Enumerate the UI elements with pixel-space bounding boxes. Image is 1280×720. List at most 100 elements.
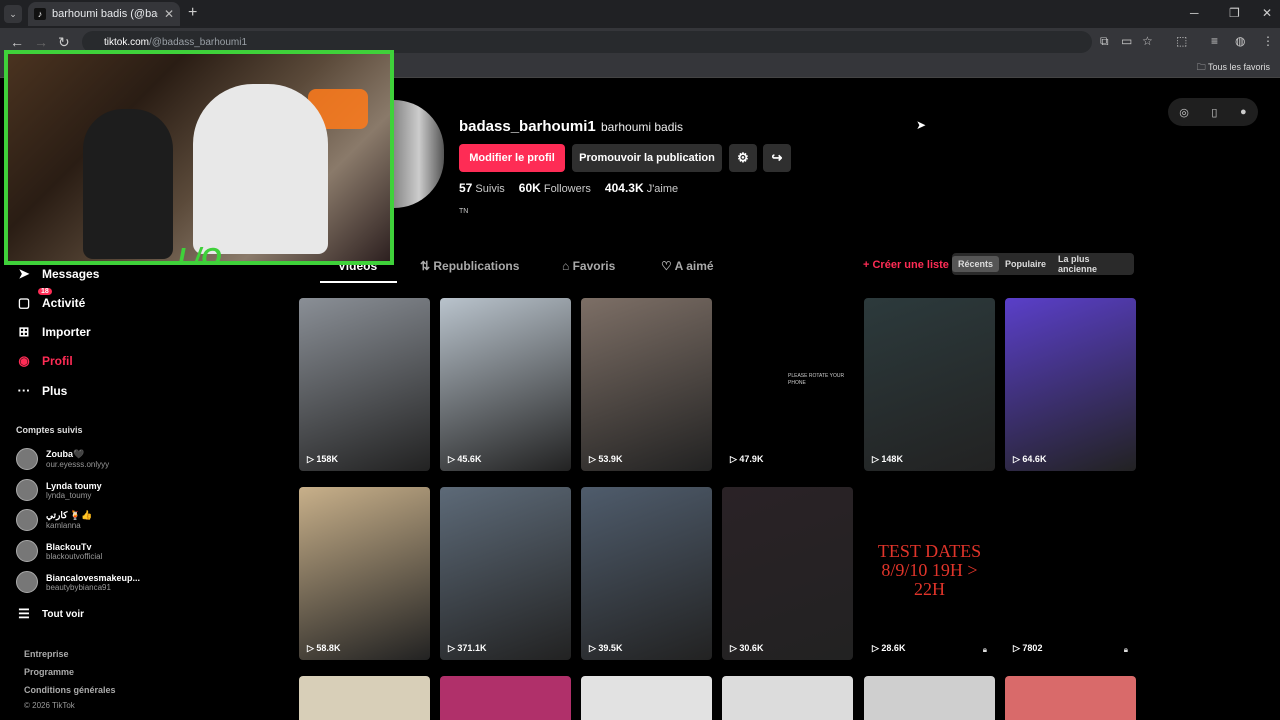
play-icon: ▷ — [589, 454, 599, 464]
person-right — [193, 84, 328, 254]
footer-link-business[interactable]: Entreprise — [24, 649, 69, 659]
bookmark-star-icon[interactable]: ☆ — [1142, 34, 1153, 48]
sort-popular[interactable]: Populaire — [999, 256, 1052, 272]
overlay-logo: L/O — [178, 242, 222, 265]
sort-oldest[interactable]: La plus ancienne — [1052, 251, 1134, 277]
forward-icon[interactable]: → — [34, 34, 48, 50]
all-bookmarks-button[interactable]: 🗀 Tous les favoris — [1197, 60, 1270, 76]
view-count-value: 148K — [881, 454, 903, 464]
account-handle: lynda_toumy — [46, 490, 92, 500]
extensions-icon[interactable]: ⬚ — [1176, 34, 1187, 48]
promote-post-button[interactable]: Promouvoir la publication — [572, 144, 722, 172]
video-thumbnail[interactable]: ▷ 39.5K — [581, 487, 712, 660]
reading-list-icon[interactable]: ≡ — [1211, 34, 1218, 48]
video-thumbnail[interactable]: ▷ 53.9K — [581, 298, 712, 471]
following-account[interactable]: Zouba🖤 our.eyesss.onlyyy — [16, 448, 109, 470]
window-close-icon[interactable]: ✕ — [1262, 6, 1272, 20]
following-account[interactable]: BlackouTv blackoutvofficial — [16, 540, 102, 562]
video-thumbnail[interactable]: PLEASE ROTATE YOUR PHONE ▷ 47.9K — [722, 298, 853, 471]
sidebar-item-messages[interactable]: ➤ Messages — [16, 266, 100, 282]
video-thumbnail[interactable]: ▷ 7802 🔒︎ — [1005, 487, 1136, 660]
user-avatar[interactable]: ● — [1240, 106, 1247, 118]
cast-icon[interactable]: ▭ — [1121, 34, 1132, 48]
sort-toggle: Récents Populaire La plus ancienne — [952, 253, 1134, 275]
following-stat[interactable]: 57 Suivis — [459, 181, 505, 195]
profile-avatar-icon: ◉ — [18, 353, 30, 368]
following-account[interactable]: Lynda toumy lynda_toumy — [16, 479, 102, 501]
profile-display-name: barhoumi badis — [601, 120, 684, 134]
sidebar-item-label: Profil — [42, 354, 73, 368]
menu-icon[interactable]: ⋮ — [1262, 34, 1274, 48]
view-count: ▷ 30.6K — [730, 643, 763, 654]
back-icon[interactable]: ← — [10, 34, 24, 50]
video-thumbnail[interactable]: ▷ 371.1K — [440, 487, 571, 660]
restore-icon[interactable]: ❐ — [1229, 6, 1240, 20]
view-count-value: 58.8K — [316, 643, 341, 653]
tab-reposts[interactable]: ⇅ Republications — [420, 259, 519, 273]
video-thumbnail[interactable]: ▷ 45.6K — [440, 298, 571, 471]
mobile-icon[interactable]: ▯ — [1211, 106, 1217, 119]
browser-tab[interactable]: ♪ barhoumi badis (@badass_barh ✕ — [28, 2, 180, 26]
followers-count: 60K — [518, 181, 541, 195]
followers-label: Followers — [543, 183, 591, 195]
followers-stat[interactable]: 60K Followers — [519, 181, 591, 195]
video-thumbnail[interactable]: ▷ 64.6K — [1005, 298, 1136, 471]
share-icon[interactable]: ↪ — [763, 144, 791, 172]
view-count: ▷ 45.6K — [448, 454, 481, 465]
view-count: ▷ 58.8K — [307, 643, 340, 654]
video-thumbnail[interactable] — [1005, 676, 1136, 720]
new-tab-icon[interactable]: + — [188, 4, 197, 22]
video-thumbnail[interactable] — [722, 676, 853, 720]
following-account[interactable]: كارتي 🍹👍 kamlanna — [16, 509, 92, 531]
inbox-icon: ▢ — [17, 295, 31, 310]
translate-icon[interactable]: ⧉ — [1100, 34, 1109, 49]
tab-reposts-label: Republications — [433, 259, 520, 273]
sidebar-item-activity[interactable]: ▢ 18 Activité — [16, 288, 86, 311]
tab-favorites[interactable]: ⌂ Favoris — [562, 259, 615, 273]
following-count: 57 — [459, 181, 473, 195]
see-all-button[interactable]: ☰ Tout voir — [16, 606, 84, 622]
url-host: tiktok.com — [104, 36, 150, 48]
play-icon: ▷ — [1013, 643, 1023, 653]
video-overlay-text: PLEASE ROTATE YOUR PHONE — [788, 373, 845, 386]
footer-link-programs[interactable]: Programme — [24, 667, 74, 677]
view-count-value: 158K — [316, 454, 338, 464]
video-thumbnail[interactable] — [581, 676, 712, 720]
footer-link-terms[interactable]: Conditions générales — [24, 685, 116, 695]
video-thumbnail[interactable]: ▷ 158K — [299, 298, 430, 471]
view-count: ▷ 158K — [307, 454, 338, 465]
compass-icon[interactable]: ◎ — [1179, 106, 1189, 119]
profile-icon[interactable]: ◍ — [1235, 34, 1245, 48]
video-thumbnail[interactable] — [299, 676, 430, 720]
profile-avatar[interactable] — [394, 100, 444, 208]
view-count-value: 39.5K — [598, 643, 623, 653]
sidebar-item-more[interactable]: ··· Plus — [16, 383, 68, 398]
avatar — [16, 540, 38, 562]
account-handle: kamlanna — [46, 521, 81, 530]
following-account[interactable]: Biancalovesmakeup... beautybybianca91 — [16, 571, 140, 593]
video-thumbnail[interactable] — [440, 676, 571, 720]
sidebar-item-upload[interactable]: ⊞ Importer — [16, 324, 91, 340]
mouse-cursor-icon: ➤ — [916, 118, 927, 132]
edit-profile-button[interactable]: Modifier le profil — [459, 144, 565, 172]
minimize-icon[interactable]: ─ — [1190, 6, 1199, 20]
sidebar-item-profile[interactable]: ◉ Profil — [16, 353, 73, 369]
likes-count: 404.3K — [604, 181, 644, 195]
view-count-value: 30.6K — [739, 643, 764, 653]
tab-search-icon[interactable]: ⌄ — [4, 5, 22, 23]
settings-gear-icon[interactable]: ⚙ — [729, 144, 757, 172]
sidebar-item-label: Activité — [42, 296, 86, 310]
reload-icon[interactable]: ↻ — [58, 34, 70, 51]
view-count: ▷ 28.6K — [872, 643, 905, 654]
video-thumbnail[interactable] — [864, 676, 995, 720]
avatar — [16, 571, 38, 593]
video-thumbnail[interactable]: ▷ 58.8K — [299, 487, 430, 660]
close-tab-icon[interactable]: ✕ — [164, 7, 174, 21]
play-icon: ▷ — [448, 454, 458, 464]
view-count-value: 7802 — [1022, 643, 1043, 653]
video-thumbnail[interactable]: ▷ 30.6K — [722, 487, 853, 660]
video-thumbnail[interactable]: TEST DATES 8/9/10 19H > 22H ▷ 28.6K 🔒︎ — [864, 487, 995, 660]
sort-recent[interactable]: Récents — [952, 256, 1000, 272]
tab-liked[interactable]: ♡ A aimé — [661, 259, 714, 273]
video-thumbnail[interactable]: ▷ 148K — [864, 298, 995, 471]
